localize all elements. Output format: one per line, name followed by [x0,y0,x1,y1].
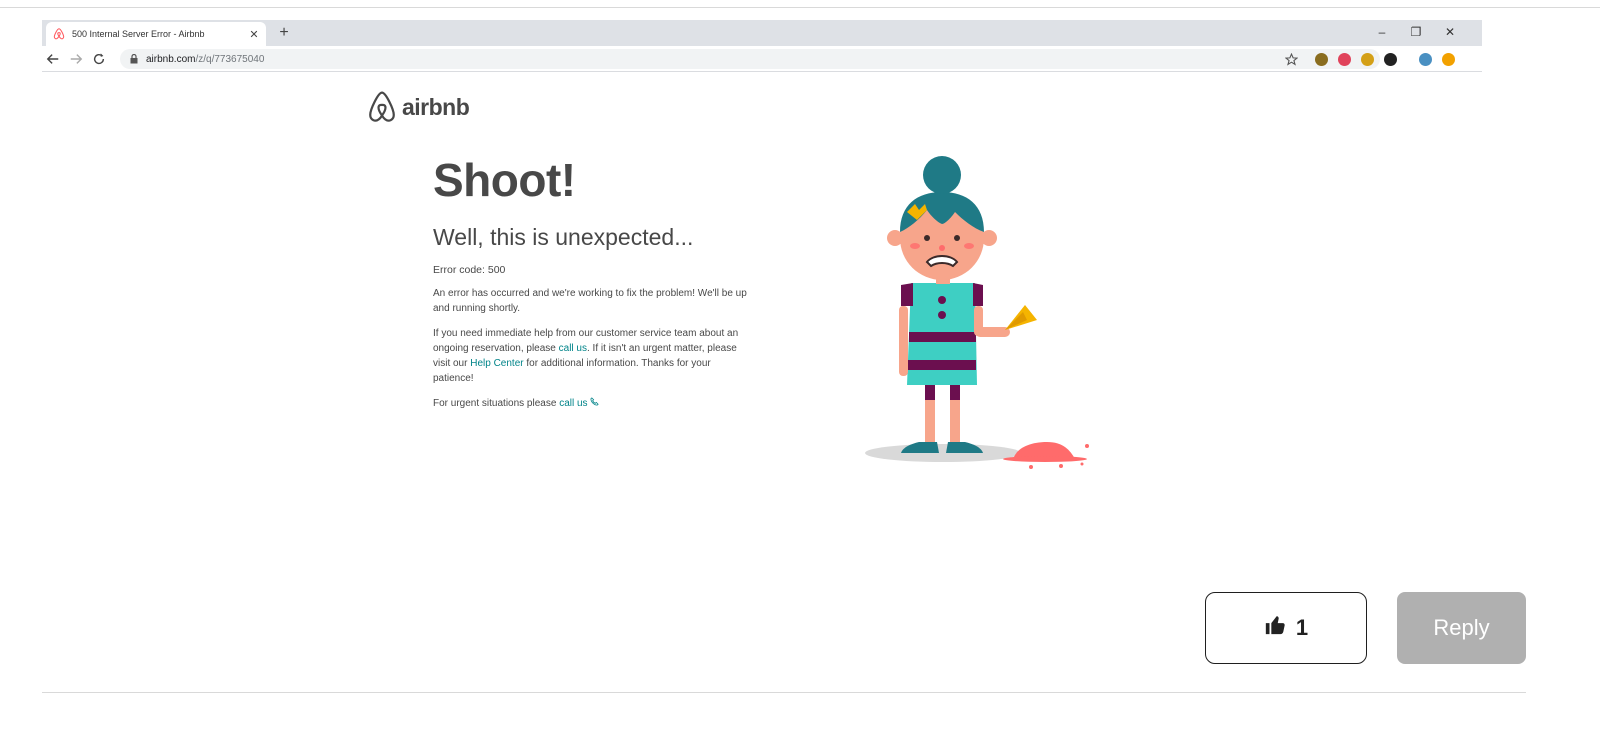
error-content: Shoot! Well, this is unexpected... Error… [433,150,753,411]
airbnb-logo[interactable]: airbnb [366,90,470,124]
sad-girl-illustration [865,156,1089,469]
extension-icon-1[interactable] [1315,53,1328,66]
page-subtitle: Well, this is unexpected... [433,224,694,250]
browser-toolbar: airbnb.com/z/q/773675040 [42,46,1482,72]
new-tab-button[interactable]: + [274,23,294,43]
browser-tab[interactable]: 500 Internal Server Error - Airbnb ✕ [46,22,266,46]
tab-title: 500 Internal Server Error - Airbnb [72,29,205,39]
like-button[interactable]: 1 [1205,592,1367,664]
browser-window: 500 Internal Server Error - Airbnb ✕ + –… [42,20,1482,74]
urgent-text: For urgent situations please [433,398,560,409]
help-paragraph: If you need immediate help from our cust… [433,326,753,386]
address-bar[interactable]: airbnb.com/z/q/773675040 [120,49,1380,69]
airbnb-favicon-icon [52,27,66,41]
minimize-button[interactable]: – [1372,24,1392,40]
extension-icon-5[interactable] [1419,53,1432,66]
airbnb-belo-icon [369,91,395,122]
close-window-button[interactable]: ✕ [1440,24,1460,40]
tab-close-icon[interactable]: ✕ [248,28,260,41]
tab-strip: 500 Internal Server Error - Airbnb ✕ + –… [42,20,1482,46]
reload-icon[interactable] [90,50,108,68]
top-divider [0,7,1600,8]
url-path: /z/q/773675040 [195,53,265,65]
extension-icon-3[interactable] [1361,53,1374,66]
extension-icon-4[interactable] [1384,53,1397,66]
reply-button[interactable]: Reply [1397,592,1526,664]
thumbs-up-icon [1264,614,1286,642]
extension-icon-6[interactable] [1442,53,1455,66]
logo-text: airbnb [402,93,470,120]
url-host: airbnb.com [146,53,196,65]
back-arrow-icon[interactable] [44,50,62,68]
error-code: Error code: 500 [433,264,506,276]
forward-arrow-icon[interactable] [67,50,85,68]
restore-button[interactable]: ❐ [1406,24,1426,40]
page-title: Shoot! [433,154,576,206]
phone-icon [590,397,600,409]
call-us-link[interactable]: call us [559,343,587,354]
lock-icon [130,54,138,64]
bookmark-star-icon[interactable] [1282,50,1300,68]
error-message: An error has occurred and we're working … [433,288,747,314]
like-count: 1 [1295,615,1309,640]
extension-icon-2[interactable] [1338,53,1351,66]
urgent-paragraph: For urgent situations please call us [433,396,753,411]
help-center-link[interactable]: Help Center [470,358,523,369]
urgent-call-us-link[interactable]: call us [559,398,587,409]
bottom-divider [42,692,1526,693]
